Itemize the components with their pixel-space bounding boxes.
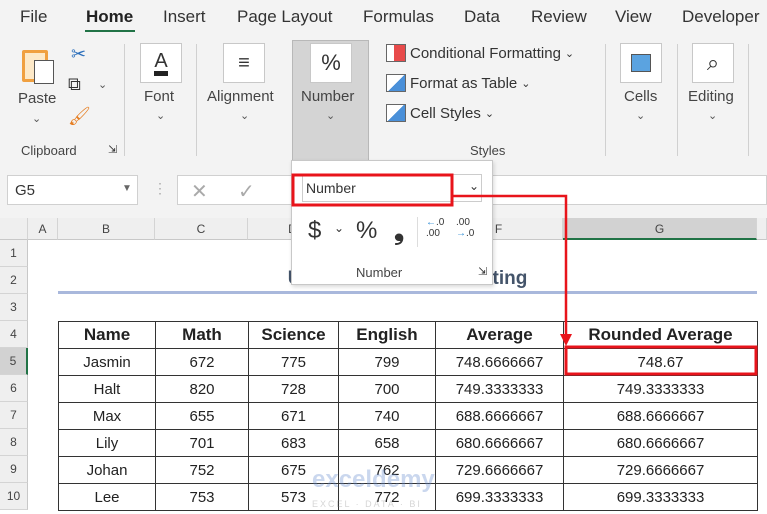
highlight-box-g5 (564, 345, 758, 376)
arrow-line (452, 194, 568, 336)
arrow-head-icon (560, 334, 572, 346)
highlight-box-format (291, 173, 454, 207)
annotation-overlay (291, 173, 758, 376)
